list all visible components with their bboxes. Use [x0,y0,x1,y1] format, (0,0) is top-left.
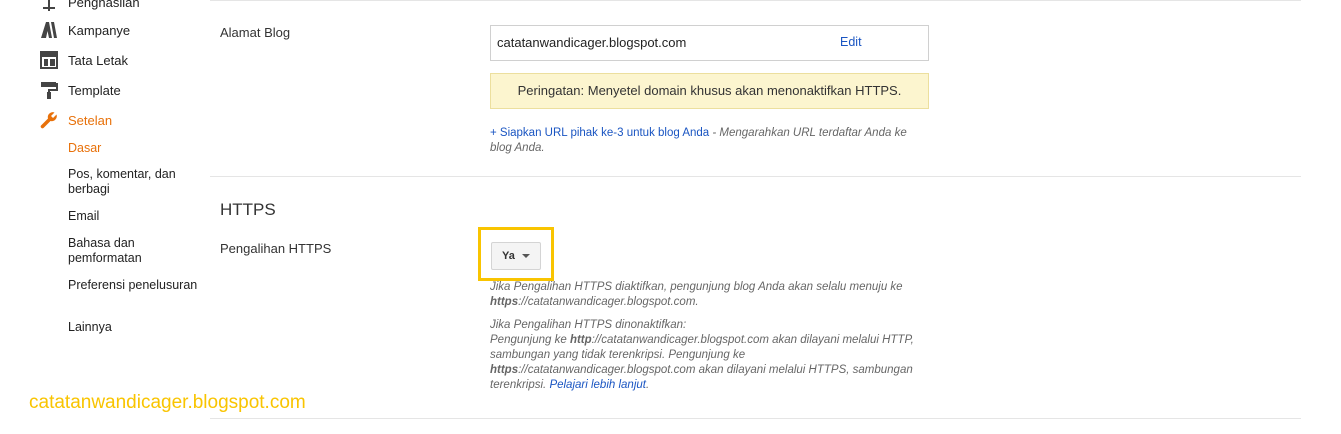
hint-bold: https [490,364,519,376]
sidebar-item-label: Tata Letak [68,52,128,68]
https-disabled-hint: Jika Pengalihan HTTPS dinonaktifkan: Pen… [490,318,930,393]
sidebar-item-kampanye[interactable]: Kampanye [38,19,130,41]
setup-url-hint: + Siapkan URL pihak ke-3 untuk blog Anda… [490,126,930,156]
blog-address-label: Alamat Blog [220,25,291,40]
top-divider [210,0,1301,1]
setup-third-party-url-link[interactable]: + Siapkan URL pihak ke-3 untuk blog Anda [490,127,709,139]
hint-intro: Jika Pengalihan HTTPS dinonaktifkan: [490,319,687,331]
https-redirect-dropdown[interactable]: Ya [491,242,541,270]
edit-link[interactable]: Edit [840,35,862,49]
https-enabled-hint: Jika Pengalihan HTTPS diaktifkan, pengun… [490,280,930,310]
blog-address-box: catatanwandicager.blogspot.com Edit [490,25,929,61]
bottom-divider [210,418,1301,419]
sidebar-subitem-pos-komentar[interactable]: Pos, komentar, dan berbagi [68,167,198,197]
sidebar-item-label: Kampanye [68,22,131,38]
wrench-icon [38,109,60,131]
hint-text: Pengunjung ke [490,334,570,346]
sidebar-subitem-lainnya[interactable]: Lainnya [68,320,198,335]
sidebar-item-label: Penghasilan [68,0,140,10]
hint-body: Pengunjung ke http://catatanwandicager.b… [490,333,930,393]
learn-more-link[interactable]: Pelajari lebih lanjut [549,379,646,391]
hint-text: Jika Pengalihan HTTPS diaktifkan, pengun… [490,281,903,293]
hint-text: ://catatanwandicager.blogspot.com. [518,296,699,308]
sidebar: Penghasilan Kampanye Tata Letak Template… [0,0,205,434]
watermark-text: catatanwandicager.blogspot.com [29,392,306,413]
chevron-down-icon [522,254,530,258]
sidebar-item-tata-letak[interactable]: Tata Letak [38,49,128,71]
hint-bold: https [490,296,519,308]
https-section-title: HTTPS [220,200,276,219]
sidebar-subitem-dasar[interactable]: Dasar [68,141,198,156]
sidebar-item-label: Template [68,82,121,98]
campaign-icon [38,19,60,41]
https-warning-banner: Peringatan: Menyetel domain khusus akan … [490,73,929,109]
blog-address-url: catatanwandicager.blogspot.com [497,35,687,50]
hint-bold: http [569,334,592,346]
sidebar-subitem-bahasa[interactable]: Bahasa dan pemformatan [68,236,198,266]
section-divider [210,176,1301,177]
hint-text: . [645,379,650,391]
https-redirect-label: Pengalihan HTTPS [220,241,332,256]
sidebar-item-setelan[interactable]: Setelan [38,109,112,131]
settings-main: Alamat Blog catatanwandicager.blogspot.c… [210,0,1301,434]
https-redirect-value: Ya [502,250,515,262]
sidebar-subitem-preferensi[interactable]: Preferensi penelusuran [68,278,198,293]
sidebar-subitem-email[interactable]: Email [68,209,198,224]
sidebar-item-template[interactable]: Template [38,79,121,101]
sidebar-item-penghasilan[interactable]: Penghasilan [38,0,140,13]
sidebar-item-label: Setelan [68,112,113,128]
paint-roller-icon [38,79,60,101]
layout-icon [38,49,60,71]
dollar-icon [38,0,60,13]
